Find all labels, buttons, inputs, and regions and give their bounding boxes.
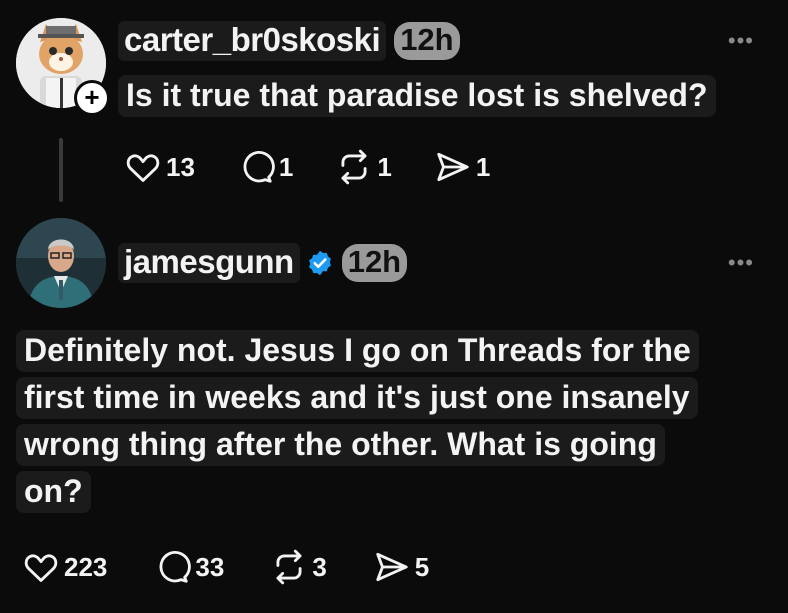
post-text-line: first time in weeks and it's just one in… [16, 377, 698, 419]
post-text-line: Definitely not. Jesus I go on Threads fo… [16, 330, 699, 372]
action-bar: 13 1 1 1 [124, 148, 532, 186]
repost-icon [341, 149, 367, 185]
post-text-line: wrong thing after the other. What is goi… [16, 424, 665, 466]
share-count: 5 [414, 551, 430, 582]
person-avatar-icon [16, 218, 106, 308]
timestamp: 12h [394, 22, 460, 60]
comment-button[interactable]: 33 [153, 548, 224, 586]
username[interactable]: jamesgunn [118, 243, 300, 283]
repost-count: 3 [312, 551, 327, 582]
heart-icon [126, 154, 160, 182]
post-text-line: on? [16, 471, 91, 513]
share-button[interactable]: 5 [373, 548, 429, 586]
like-count: 13 [166, 151, 195, 182]
like-button[interactable]: 223 [22, 548, 107, 586]
like-count: 223 [64, 551, 108, 582]
heart-icon [24, 554, 58, 582]
comment-button[interactable]: 1 [237, 148, 293, 186]
comment-count: 33 [195, 551, 225, 582]
avatar[interactable] [16, 218, 106, 308]
repost-button[interactable]: 3 [270, 548, 327, 586]
thread-connector-line [59, 138, 63, 202]
comment-icon [243, 151, 275, 183]
send-icon [437, 152, 469, 182]
action-bar: 223 33 3 5 [22, 548, 475, 586]
more-options-icon[interactable]: ••• [728, 28, 754, 54]
share-count: 1 [475, 151, 491, 182]
repost-button[interactable]: 1 [335, 148, 392, 186]
repost-count: 1 [377, 151, 392, 182]
post-header: carter_br0skoski 12h [118, 18, 460, 64]
timestamp: 12h [341, 244, 408, 282]
post-header: jamesgunn 12h [118, 240, 408, 286]
comment-icon [159, 551, 192, 583]
share-button[interactable]: 1 [434, 148, 490, 186]
repost-icon [276, 549, 302, 585]
like-button[interactable]: 13 [124, 148, 195, 186]
follow-plus-button[interactable]: + [74, 80, 110, 116]
post-text: Is it true that paradise lost is shelved… [118, 72, 716, 119]
comment-count: 1 [278, 151, 294, 182]
post-text: Definitely not. Jesus I go on Threads fo… [16, 327, 756, 515]
verified-badge-icon [308, 250, 331, 276]
send-icon [376, 552, 408, 582]
more-options-icon[interactable]: ••• [728, 250, 754, 276]
username[interactable]: carter_br0skoski [118, 21, 387, 61]
